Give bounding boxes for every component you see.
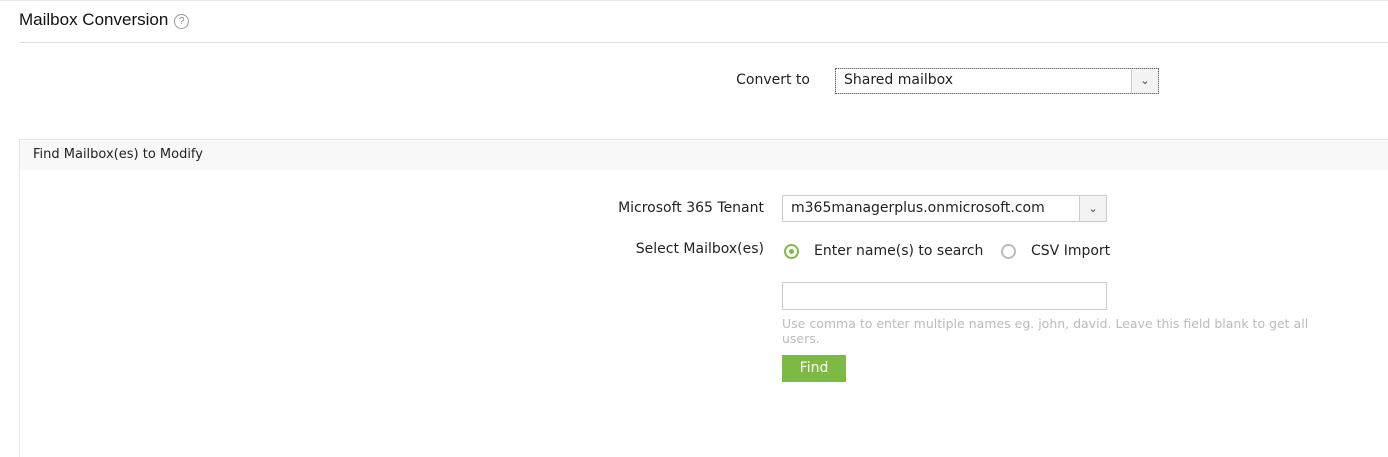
tenant-value: m365managerplus.onmicrosoft.com [791,200,1045,216]
help-icon[interactable]: ? [174,14,190,29]
convert-to-label: Convert to [736,72,810,88]
radio-enter-names[interactable] [784,244,799,259]
tenant-label: Microsoft 365 Tenant [618,200,764,216]
find-mailbox-panel: Find Mailbox(es) to Modify [19,139,1388,457]
page-title-text: Mailbox Conversion [19,10,169,29]
radio-csv-import[interactable] [1001,244,1016,259]
convert-to-value: Shared mailbox [844,72,954,88]
input-hint: Use comma to enter multiple names eg. jo… [782,316,1309,346]
top-border [0,0,1388,1]
chevron-down-icon: ⌄ [1131,69,1158,93]
find-button[interactable]: Find [782,355,846,382]
radio-enter-names-label[interactable]: Enter name(s) to search [814,243,983,259]
page-title: Mailbox Conversion? [19,10,190,30]
select-mailbox-label: Select Mailbox(es) [635,241,764,257]
mailbox-names-input[interactable] [782,282,1107,310]
chevron-down-icon: ⌄ [1079,196,1106,221]
radio-csv-import-label[interactable]: CSV Import [1031,243,1110,259]
convert-to-select[interactable]: Shared mailbox ⌄ [835,68,1159,94]
panel-title: Find Mailbox(es) to Modify [20,140,1388,170]
divider [19,42,1388,43]
tenant-select[interactable]: m365managerplus.onmicrosoft.com ⌄ [782,195,1107,222]
